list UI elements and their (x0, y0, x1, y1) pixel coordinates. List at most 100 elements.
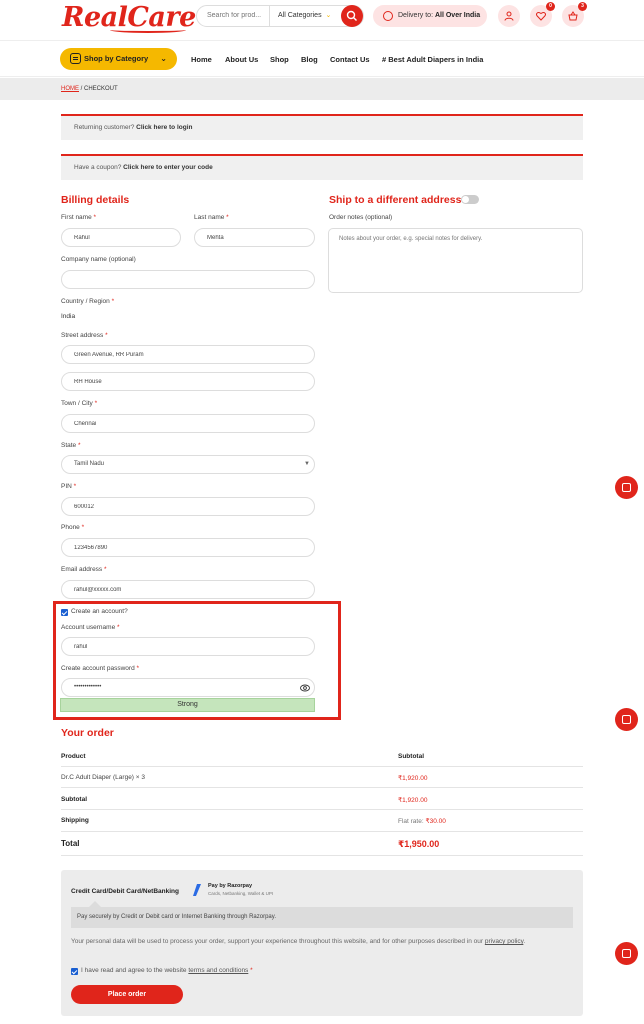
street-address-1-field[interactable] (61, 345, 315, 364)
total-value: ₹1,950.00 (398, 839, 440, 849)
breadcrumb: HOME / CHECKOUT (61, 86, 118, 92)
required-mark: * (93, 214, 97, 221)
main-nav: Shop by Category ⌄ Home About Us Shop Bl… (0, 40, 644, 77)
category-list-icon (70, 53, 81, 64)
returning-customer-text: Returning customer? (74, 124, 137, 131)
email-field[interactable] (61, 580, 315, 599)
item-qty: × 3 (135, 774, 146, 781)
last-name-field[interactable] (194, 228, 315, 247)
nav-shop[interactable]: Shop (270, 55, 289, 64)
pin-label: PIN * (61, 483, 76, 490)
company-field[interactable] (61, 270, 315, 289)
login-link[interactable]: Click here to login (136, 124, 192, 131)
ship-different-heading: Ship to a different address? (329, 194, 468, 206)
payment-description: Pay securely by Credit or Debit card or … (71, 901, 573, 928)
nav-blog[interactable]: Blog (301, 55, 318, 64)
city-label-text: Town / City (61, 400, 93, 407)
company-label: Company name (optional) (61, 256, 136, 263)
required-mark: * (81, 524, 85, 531)
search-input[interactable] (207, 12, 267, 19)
country-label-text: Country / Region (61, 298, 110, 305)
breadcrumb-home-link[interactable]: HOME (61, 86, 79, 92)
privacy-policy-link[interactable]: privacy policy (485, 938, 524, 945)
search-category-select[interactable]: All Categories ⌄ (269, 6, 339, 26)
breadcrumb-bar: HOME / CHECKOUT (0, 78, 644, 100)
nav-home[interactable]: Home (191, 55, 212, 64)
table-divider (61, 766, 583, 767)
returning-customer-notice: Returning customer? Click here to login (61, 114, 583, 140)
wishlist-button[interactable]: 0 (530, 2, 555, 27)
required-mark: * (73, 483, 77, 490)
ship-different-toggle[interactable] (461, 195, 479, 204)
street-address-2-field[interactable] (61, 372, 315, 391)
required-mark: * (226, 214, 229, 221)
terms-checkbox[interactable] (71, 968, 78, 975)
street-label-text: Street address (61, 332, 104, 339)
account-username-field[interactable] (61, 637, 315, 656)
terms-prefix: I have read and agree to the website (81, 967, 189, 974)
category-button-label: Shop by Category (84, 54, 149, 63)
coupon-link[interactable]: Click here to enter your code (123, 164, 213, 171)
location-check-icon (383, 11, 393, 21)
floating-chat-button[interactable] (615, 942, 638, 965)
create-account-label: Create an account? (71, 608, 128, 615)
required-mark: * (105, 332, 108, 339)
account-button[interactable] (498, 5, 520, 27)
search-box: All Categories ⌄ (196, 5, 364, 27)
delivery-location-button[interactable]: Delivery to: All Over India (373, 5, 487, 27)
city-field[interactable] (61, 414, 315, 433)
privacy-notice: Your personal data will be used to proce… (71, 936, 576, 947)
basket-icon (568, 11, 578, 21)
razorpay-title: Pay by Razorpay (208, 883, 253, 889)
subtotal-label: Subtotal (61, 796, 87, 803)
account-password-field[interactable]: ••••••••••••• (61, 678, 315, 697)
state-select[interactable]: Tamil Nadu (61, 455, 315, 474)
required-mark: * (94, 400, 98, 407)
nav-best-adult-diapers[interactable]: # Best Adult Diapers in India (382, 55, 483, 64)
last-name-label: Last name * (194, 214, 229, 221)
terms-link[interactable]: terms and conditions (188, 967, 248, 974)
state-value: Tamil Nadu (74, 461, 105, 467)
nav-contact-us[interactable]: Contact Us (330, 55, 370, 64)
first-name-field[interactable] (61, 228, 181, 247)
pin-field[interactable] (61, 497, 315, 516)
terms-label: I have read and agree to the website ter… (81, 967, 253, 974)
coupon-text: Have a coupon? (74, 164, 124, 171)
privacy-text: Your personal data will be used to proce… (71, 938, 485, 945)
nav-about-us[interactable]: About Us (225, 55, 258, 64)
floating-chat-button[interactable] (615, 476, 638, 499)
floating-chat-button[interactable] (615, 708, 638, 731)
required-mark: * (111, 298, 115, 305)
city-label: Town / City * (61, 400, 97, 407)
create-account-checkbox[interactable] (61, 609, 68, 616)
order-notes-field[interactable] (328, 228, 583, 293)
eye-icon[interactable] (300, 683, 310, 693)
required-mark: * (117, 624, 120, 631)
pin-label-text: PIN (61, 483, 72, 490)
first-name-label: First name * (61, 214, 96, 221)
dropdown-arrow-icon: ▼ (304, 461, 310, 467)
email-label-text: Email address (61, 566, 103, 573)
coupon-notice: Have a coupon? Click here to enter your … (61, 154, 583, 180)
street-label: Street address * (61, 332, 108, 339)
col-product-header: Product (61, 753, 86, 760)
total-label: Total (61, 839, 80, 848)
payment-method-title[interactable]: Credit Card/Debit Card/NetBanking (71, 888, 179, 895)
search-category-label: All Categories (278, 12, 322, 19)
required-mark: * (104, 566, 107, 573)
logo-swoosh (110, 27, 186, 33)
required-mark: * (250, 967, 253, 974)
email-label: Email address * (61, 566, 107, 573)
shop-by-category-button[interactable]: Shop by Category ⌄ (60, 48, 177, 70)
cart-button[interactable]: 3 (562, 2, 587, 27)
phone-field[interactable] (61, 538, 315, 557)
place-order-button[interactable]: Place order (71, 985, 183, 1004)
password-label: Create account password * (61, 665, 139, 672)
table-divider (61, 787, 583, 788)
state-label: State * (61, 442, 81, 449)
search-button[interactable] (341, 5, 363, 27)
search-icon (346, 10, 357, 21)
delivery-prefix: Delivery to: (398, 12, 435, 19)
your-order-heading: Your order (61, 727, 114, 739)
shipping-label: Shipping (61, 817, 89, 824)
